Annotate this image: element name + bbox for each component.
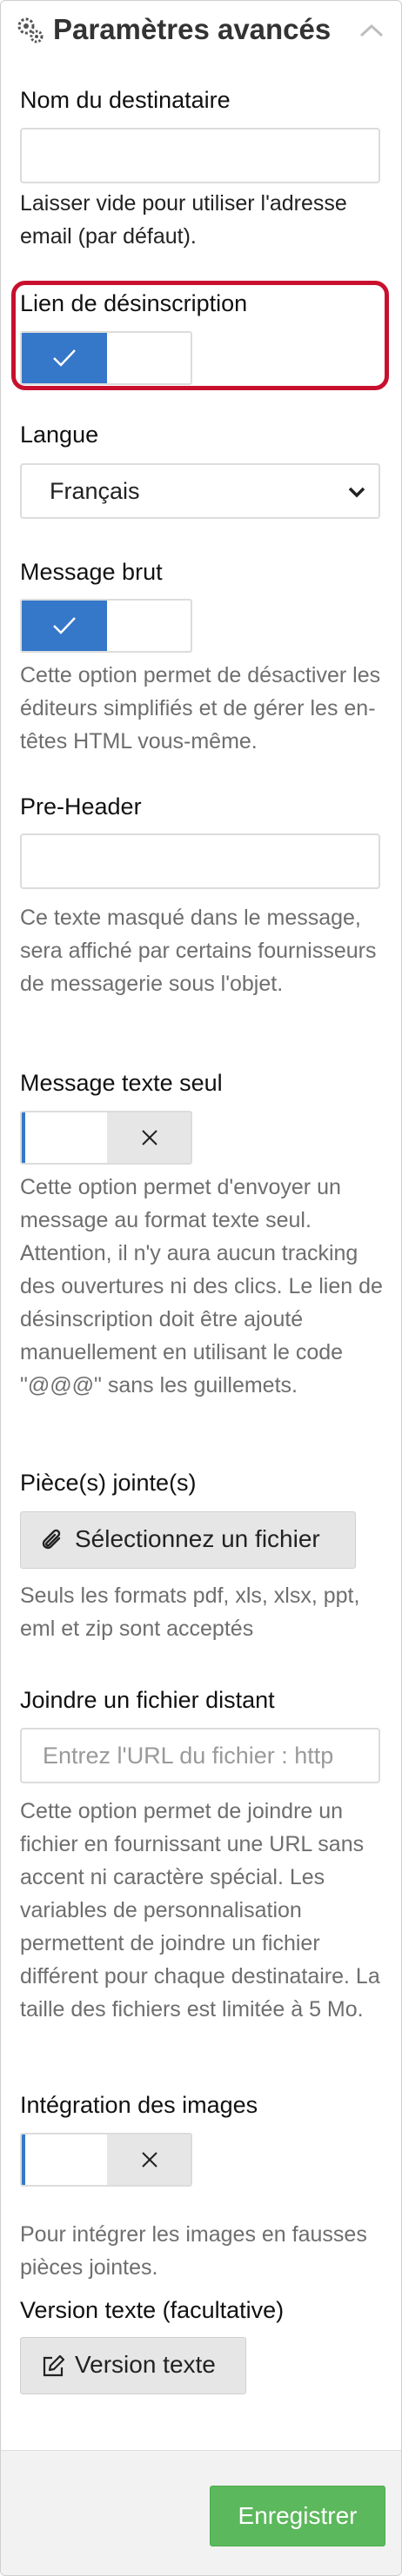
language-selected: Français	[50, 478, 140, 504]
toggle-focus-bar	[22, 1112, 25, 1163]
recipient-name-input[interactable]	[20, 128, 380, 183]
remote-file-label: Joindre un fichier distant	[20, 1687, 275, 1713]
panel-title: Paramètres avancés	[53, 13, 332, 45]
unsubscribe-toggle[interactable]	[20, 331, 192, 385]
text-only-help: Cette option permet d'envoyer un message…	[20, 1175, 383, 1398]
image-integration-label: Intégration des images	[20, 2092, 258, 2118]
text-version-button-label: Version texte	[75, 2351, 216, 2378]
image-integration-help: Pour intégrer les images en fausses pièc…	[20, 2222, 367, 2280]
recipient-name-label: Nom du destinataire	[20, 87, 231, 113]
attachments-label: Pièce(s) jointe(s)	[20, 1470, 197, 1496]
advanced-settings-panel: Paramètres avancés Nom du destinataire L…	[0, 0, 402, 2576]
pre-header-help: Ce texte masqué dans le message, sera af…	[20, 906, 377, 996]
image-integration-toggle[interactable]	[20, 2133, 192, 2187]
text-only-label: Message texte seul	[20, 1070, 223, 1096]
unsubscribe-label: Lien de désinscription	[20, 290, 248, 316]
gears-icon	[17, 17, 44, 43]
edit-icon	[43, 2354, 65, 2377]
recipient-name-help: Laisser vide pour utiliser l'adresse ema…	[20, 191, 347, 249]
select-file-label: Sélectionnez un fichier	[75, 1525, 320, 1552]
chevron-up-icon[interactable]	[358, 22, 385, 39]
paperclip-icon	[42, 1529, 61, 1550]
text-only-toggle[interactable]	[20, 1111, 192, 1165]
language-select[interactable]: Français	[20, 463, 380, 519]
text-version-button[interactable]: Version texte	[20, 2337, 246, 2394]
panel-footer: Enregistrer	[1, 2450, 401, 2575]
raw-message-label: Message brut	[20, 559, 163, 585]
save-button[interactable]: Enregistrer	[210, 2486, 385, 2546]
close-icon	[142, 1130, 157, 1145]
toggle-on-segment	[22, 333, 107, 383]
attachments-help: Seuls les formats pdf, xls, xlsx, ppt, e…	[20, 1583, 360, 1641]
close-icon	[142, 2152, 157, 2168]
pre-header-label: Pre-Header	[20, 793, 142, 820]
toggle-on-segment	[22, 601, 107, 651]
toggle-off-segment	[107, 2134, 191, 2185]
raw-message-toggle[interactable]	[20, 599, 192, 653]
toggle-focus-bar	[22, 2134, 25, 2185]
check-icon	[53, 617, 76, 634]
check-icon	[53, 349, 76, 367]
text-version-label: Version texte (facultative)	[20, 2297, 285, 2323]
select-file-button[interactable]: Sélectionnez un fichier	[20, 1511, 356, 1569]
pre-header-input[interactable]	[20, 833, 380, 889]
remote-file-url-input[interactable]: Entrez l'URL du fichier : http	[20, 1728, 380, 1783]
raw-message-help: Cette option permet de désactiver les éd…	[20, 663, 381, 754]
remote-file-help: Cette option permet de joindre un fichie…	[20, 1799, 380, 2022]
chevron-down-icon	[348, 487, 365, 498]
panel-header[interactable]: Paramètres avancés	[1, 1, 401, 60]
toggle-off-segment	[107, 1112, 191, 1163]
language-label: Langue	[20, 422, 99, 448]
